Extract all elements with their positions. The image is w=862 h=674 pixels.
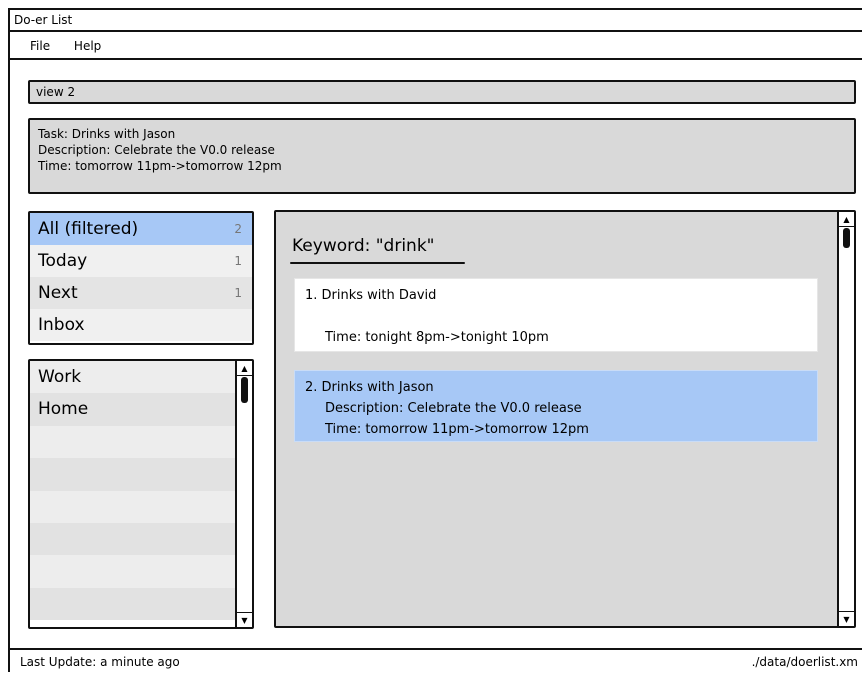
- result-line-task: Task: Drinks with Jason: [38, 127, 176, 141]
- task-time: Time: tonight 8pm->tonight 10pm: [325, 330, 549, 345]
- tag-item-empty: [30, 458, 252, 491]
- category-next[interactable]: Next 1: [30, 277, 252, 309]
- last-update-text: Last Update: a minute ago: [20, 655, 180, 669]
- category-label: Today: [38, 251, 88, 271]
- task-description: Description: Celebrate the V0.0 release: [325, 401, 582, 416]
- tag-item-empty: [30, 522, 252, 556]
- status-bar: Last Update: a minute ago ./data/doerlis…: [10, 648, 862, 672]
- category-all[interactable]: All (filtered) 2: [30, 213, 252, 245]
- tag-scrollbar[interactable]: ▲ ▼: [235, 361, 252, 627]
- task-description: [305, 306, 807, 327]
- scroll-down-arrow-icon[interactable]: ▼: [839, 611, 854, 626]
- title-bar: Do-er List: [10, 10, 862, 32]
- task-title: 2. Drinks with Jason: [305, 380, 434, 395]
- category-today[interactable]: Today 1: [30, 245, 252, 277]
- scroll-down-arrow-icon[interactable]: ▼: [237, 612, 252, 627]
- category-count: 2: [234, 222, 242, 236]
- file-path-text: ./data/doerlist.xm: [751, 655, 858, 669]
- window-title: Do-er List: [14, 13, 73, 27]
- category-label: Inbox: [38, 315, 85, 335]
- scroll-thumb[interactable]: [241, 377, 248, 403]
- category-label: Next: [38, 283, 78, 303]
- category-list: All (filtered) 2 Today 1 Next 1 Inbox: [28, 211, 254, 345]
- scroll-up-arrow-icon[interactable]: ▲: [237, 361, 252, 376]
- category-inbox[interactable]: Inbox: [30, 309, 252, 341]
- tag-list: Work Home ▲ ▼: [28, 359, 254, 629]
- task-time: Time: tomorrow 11pm->tomorrow 12pm: [325, 422, 589, 437]
- task-card-selected[interactable]: 2. Drinks with Jason Description: Celebr…: [294, 370, 818, 442]
- task-title: 1. Drinks with David: [305, 288, 437, 303]
- command-text: view 2: [36, 85, 76, 99]
- menu-bar: File Help: [10, 34, 862, 60]
- task-card[interactable]: 1. Drinks with David Time: tonight 8pm->…: [294, 278, 818, 352]
- category-count: 1: [234, 254, 242, 268]
- category-label: All (filtered): [38, 219, 139, 239]
- result-line-description: Description: Celebrate the V0.0 release: [38, 143, 275, 157]
- command-input[interactable]: view 2: [28, 80, 856, 104]
- tag-item-work[interactable]: Work: [30, 361, 252, 394]
- tag-item-home[interactable]: Home: [30, 393, 252, 426]
- result-line-time: Time: tomorrow 11pm->tomorrow 12pm: [38, 159, 282, 173]
- task-list-panel: Keyword: "drink" 1. Drinks with David Ti…: [274, 210, 856, 628]
- tag-item-empty: [30, 490, 252, 523]
- task-scrollbar[interactable]: ▲ ▼: [837, 212, 854, 626]
- scroll-up-arrow-icon[interactable]: ▲: [839, 212, 854, 227]
- heading-underline: [290, 262, 465, 264]
- menu-help[interactable]: Help: [74, 34, 101, 58]
- category-count: 1: [234, 286, 242, 300]
- tag-item-empty: [30, 587, 252, 621]
- keyword-heading: Keyword: "drink": [292, 236, 435, 256]
- tag-item-empty: [30, 425, 252, 459]
- tag-item-empty: [30, 555, 252, 588]
- menu-file[interactable]: File: [30, 34, 50, 58]
- scroll-thumb[interactable]: [843, 228, 850, 248]
- result-display: Task: Drinks with Jason Description: Cel…: [28, 118, 856, 194]
